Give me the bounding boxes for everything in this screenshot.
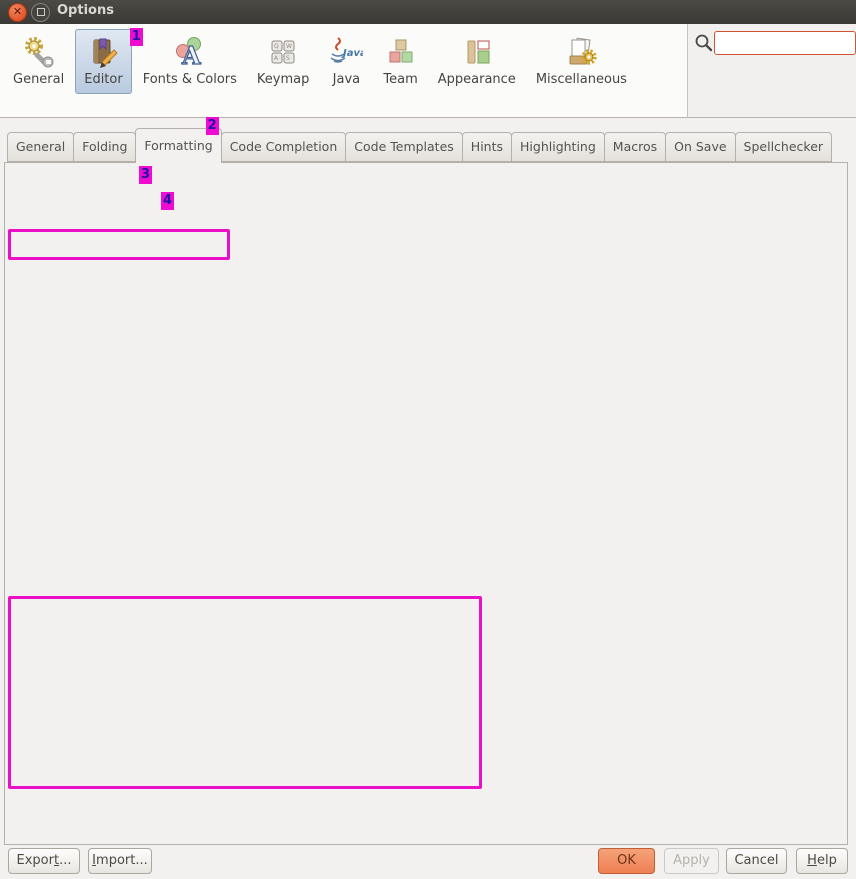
window-title: Options	[57, 3, 114, 18]
toolbar-button-label: Appearance	[438, 72, 516, 87]
tab-on-save[interactable]: On Save	[665, 132, 735, 162]
annotation-badge-4: 4	[161, 192, 174, 210]
svg-text:W: W	[286, 43, 292, 50]
toolbar-button-miscellaneous[interactable]: Miscellaneous	[527, 29, 636, 94]
layout-blocks-icon	[460, 35, 494, 69]
editor-tabbar: GeneralFoldingFormatting2Code Completion…	[4, 128, 831, 163]
options-window: ✕ Options GeneralEditor1AFonts & ColorsQ…	[0, 0, 856, 879]
import-button[interactable]: Import...	[88, 848, 152, 874]
toolbar-button-fonts-colors[interactable]: A Fonts & Colors	[134, 29, 246, 94]
formatting-panel	[4, 162, 848, 845]
annotation-badge-1: 1	[130, 28, 143, 46]
toolbar-button-label: General	[13, 72, 64, 87]
annotation-badge-3: 3	[139, 166, 152, 184]
tab-folding[interactable]: Folding	[73, 132, 136, 162]
search-icon	[694, 33, 714, 53]
fonts-colors-icon: A	[173, 35, 207, 69]
ok-button[interactable]: OK	[598, 848, 655, 874]
toolbar-button-label: Editor	[84, 72, 122, 87]
docs-gear-icon	[564, 35, 598, 69]
svg-text:S: S	[286, 55, 290, 62]
cancel-button[interactable]: Cancel	[726, 848, 787, 874]
annotation-badge-2: 2	[206, 117, 219, 135]
tab-code-completion[interactable]: Code Completion	[221, 132, 347, 162]
category-toolbar: GeneralEditor1AFonts & ColorsQWASKeymapJ…	[0, 24, 688, 118]
toolbar-button-label: Keymap	[257, 72, 309, 87]
tab-spellchecker[interactable]: Spellchecker	[735, 132, 833, 162]
search-input[interactable]	[714, 31, 856, 55]
tab-highlighting[interactable]: Highlighting	[511, 132, 605, 162]
svg-text:Java: Java	[341, 48, 363, 59]
java-cup-icon: Java	[329, 35, 363, 69]
toolbar-button-label: Miscellaneous	[536, 72, 627, 87]
keyboard-icon: QWAS	[266, 35, 300, 69]
close-icon[interactable]: ✕	[8, 3, 27, 22]
tab-hints[interactable]: Hints	[462, 132, 512, 162]
team-cubes-icon	[384, 35, 418, 69]
toolbar-button-keymap[interactable]: QWAS Keymap	[248, 29, 318, 94]
tab-code-templates[interactable]: Code Templates	[345, 132, 463, 162]
tab-formatting[interactable]: Formatting2	[135, 128, 221, 163]
toolbar-button-java[interactable]: Java Java	[320, 29, 372, 94]
toolbar-button-appearance[interactable]: Appearance	[429, 29, 525, 94]
toolbar-button-editor[interactable]: Editor1	[75, 29, 131, 94]
book-pencil-icon	[86, 35, 120, 69]
toolbar-button-label: Team	[383, 72, 417, 87]
toolbar-button-label: Java	[333, 72, 360, 87]
titlebar: ✕ Options	[0, 0, 856, 25]
help-button[interactable]: Help	[796, 848, 848, 874]
tab-macros[interactable]: Macros	[604, 132, 666, 162]
gear-wrench-icon	[22, 35, 56, 69]
svg-text:Q: Q	[274, 43, 279, 50]
maximize-icon[interactable]	[31, 3, 50, 22]
svg-text:A: A	[181, 41, 201, 69]
toolbar-button-team[interactable]: Team	[374, 29, 426, 94]
tab-general[interactable]: General	[7, 132, 74, 162]
search-area	[688, 24, 856, 118]
apply-button[interactable]: Apply	[664, 848, 719, 874]
toolbar-button-general[interactable]: General	[4, 29, 73, 94]
toolbar-button-label: Fonts & Colors	[143, 72, 237, 87]
export-button[interactable]: Export...	[8, 848, 80, 874]
